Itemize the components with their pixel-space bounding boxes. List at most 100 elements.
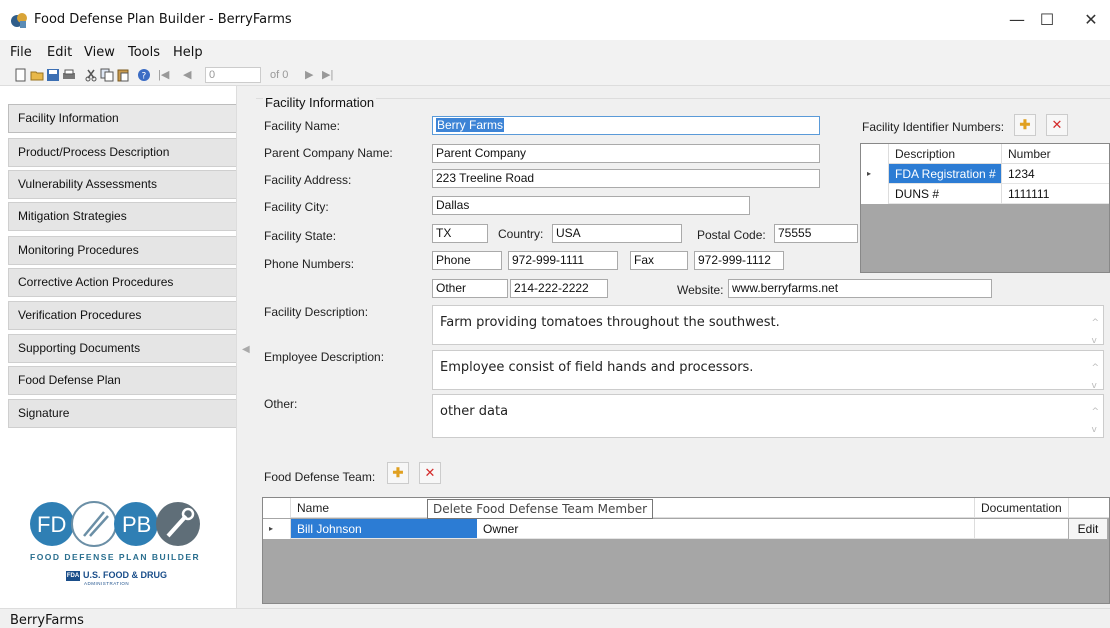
- fda-name: U.S. FOOD & DRUG: [83, 570, 168, 580]
- help-icon[interactable]: ?: [137, 68, 151, 82]
- fax-number-field[interactable]: 972-999-1112: [694, 251, 784, 270]
- edit-team-member-button[interactable]: Edit: [1068, 518, 1108, 540]
- sidebar-item-verification[interactable]: Verification Procedures: [8, 301, 250, 330]
- team-row-marker[interactable]: ▸: [263, 519, 291, 539]
- delete-team-member-button[interactable]: ✕: [419, 462, 441, 484]
- logo-tagline: FOOD DEFENSE PLAN BUILDER: [30, 552, 201, 562]
- copy-icon[interactable]: [100, 68, 114, 82]
- last-page-icon[interactable]: ▶|: [322, 68, 333, 81]
- facility-address-label: Facility Address:: [264, 173, 352, 187]
- identifier-row-header[interactable]: [861, 184, 889, 204]
- svg-text:?: ?: [142, 72, 147, 82]
- parent-company-field[interactable]: Parent Company: [432, 144, 820, 163]
- facility-description-label: Facility Description:: [264, 305, 369, 319]
- team-corner-cell: [263, 498, 291, 518]
- identifier-cell-description[interactable]: FDA Registration #: [889, 164, 1001, 184]
- save-icon[interactable]: [46, 68, 60, 82]
- open-folder-icon[interactable]: [30, 68, 44, 82]
- cut-icon[interactable]: [84, 68, 98, 82]
- toolbar: ? |◀ ◀ 0 of 0 ▶ ▶|: [0, 64, 1110, 86]
- status-text: BerryFarms: [10, 613, 84, 628]
- website-field[interactable]: www.berryfarms.net: [728, 279, 992, 298]
- sidebar-collapse-handle[interactable]: ◀: [236, 86, 256, 608]
- other-label: Other:: [264, 397, 298, 411]
- print-icon[interactable]: [62, 68, 76, 82]
- other-textarea[interactable]: other data ^ v: [432, 394, 1104, 438]
- team-column-documentation[interactable]: Documentation: [974, 498, 1068, 518]
- team-cell-role[interactable]: Owner: [477, 519, 974, 539]
- facility-state-field[interactable]: TX: [432, 224, 488, 243]
- facility-city-field[interactable]: Dallas: [432, 196, 750, 215]
- identifier-numbers-label: Facility Identifier Numbers:: [862, 120, 1005, 134]
- facility-name-label: Facility Name:: [264, 119, 341, 133]
- menu-tools[interactable]: Tools: [128, 45, 160, 60]
- team-cell-documentation[interactable]: [974, 519, 1068, 539]
- postal-code-field[interactable]: 75555: [774, 224, 858, 243]
- identifier-cell-description[interactable]: DUNS #: [889, 184, 1001, 204]
- employee-description-value: Employee consist of field hands and proc…: [440, 360, 754, 375]
- employee-description-scrollbar[interactable]: ^ v: [1091, 359, 1099, 395]
- sidebar-item-supporting-documents[interactable]: Supporting Documents: [8, 334, 250, 363]
- paste-icon[interactable]: [116, 68, 130, 82]
- identifier-column-description[interactable]: Description: [889, 144, 1001, 164]
- menu-edit[interactable]: Edit: [47, 45, 72, 60]
- page-count-label: of 0: [270, 69, 289, 81]
- facility-description-value: Farm providing tomatoes throughout the s…: [440, 315, 780, 330]
- other-number-field[interactable]: 214-222-2222: [510, 279, 608, 298]
- facility-city-label: Facility City:: [264, 200, 329, 214]
- sidebar-item-mitigation[interactable]: Mitigation Strategies: [8, 202, 250, 231]
- employee-description-label: Employee Description:: [264, 350, 385, 364]
- add-identifier-button[interactable]: ✚: [1014, 114, 1036, 136]
- facility-description-textarea[interactable]: Farm providing tomatoes throughout the s…: [432, 305, 1104, 346]
- phone-type-field[interactable]: Phone: [432, 251, 502, 270]
- svg-text:FD: FD: [37, 512, 66, 537]
- facility-name-field[interactable]: Berry Farms: [432, 116, 820, 135]
- menu-file[interactable]: File: [10, 45, 32, 60]
- identifier-row-marker[interactable]: ▸: [861, 164, 889, 184]
- country-field[interactable]: USA: [552, 224, 682, 243]
- website-label: Website:: [677, 283, 724, 297]
- sidebar-item-monitoring[interactable]: Monitoring Procedures: [8, 236, 250, 265]
- parent-company-label: Parent Company Name:: [264, 146, 393, 160]
- other-scrollbar[interactable]: ^ v: [1091, 403, 1099, 439]
- title-bar: Food Defense Plan Builder - BerryFarms —…: [0, 0, 1110, 40]
- status-bar: BerryFarms: [0, 608, 1110, 628]
- facility-address-field[interactable]: 223 Treeline Road: [432, 169, 820, 188]
- identifier-corner-cell: [861, 144, 889, 164]
- first-page-icon[interactable]: |◀: [158, 68, 169, 81]
- maximize-button[interactable]: ☐: [1024, 6, 1070, 34]
- phone-number-field[interactable]: 972-999-1111: [508, 251, 618, 270]
- team-cell-name[interactable]: Bill Johnson: [291, 519, 477, 539]
- sidebar-item-vulnerability[interactable]: Vulnerability Assessments: [8, 170, 250, 199]
- menu-help[interactable]: Help: [173, 45, 203, 60]
- fda-subtitle: ADMINISTRATION: [84, 581, 130, 586]
- close-button[interactable]: ✕: [1068, 6, 1110, 34]
- delete-identifier-button[interactable]: ✕: [1046, 114, 1068, 136]
- window-title: Food Defense Plan Builder - BerryFarms: [34, 12, 292, 27]
- employee-description-textarea[interactable]: Employee consist of field hands and proc…: [432, 350, 1104, 391]
- menu-view[interactable]: View: [84, 45, 115, 60]
- phone-numbers-label: Phone Numbers:: [264, 257, 355, 271]
- page-number-input[interactable]: 0: [205, 67, 261, 83]
- sidebar-item-food-defense-plan[interactable]: Food Defense Plan: [8, 366, 250, 395]
- fda-badge: FDA: [66, 571, 80, 581]
- sidebar-item-facility-information[interactable]: Facility Information: [8, 104, 250, 133]
- fax-type-field[interactable]: Fax: [630, 251, 688, 270]
- facility-description-scrollbar[interactable]: ^ v: [1091, 314, 1099, 350]
- other-value: other data: [440, 404, 509, 419]
- add-team-member-button[interactable]: ✚: [387, 462, 409, 484]
- identifier-column-number[interactable]: Number: [1001, 144, 1109, 164]
- previous-page-icon[interactable]: ◀: [183, 68, 191, 81]
- facility-section-title: Facility Information: [263, 95, 377, 110]
- facility-state-label: Facility State:: [264, 229, 337, 243]
- sidebar-item-product-process[interactable]: Product/Process Description: [8, 138, 250, 167]
- identifier-cell-number[interactable]: 1234: [1001, 164, 1109, 184]
- sidebar-item-signature[interactable]: Signature: [8, 399, 250, 428]
- sidebar-item-corrective-action[interactable]: Corrective Action Procedures: [8, 268, 250, 297]
- app-icon: [11, 13, 27, 28]
- new-file-icon[interactable]: [14, 68, 28, 82]
- next-page-icon[interactable]: ▶: [305, 68, 313, 81]
- menu-bar: File Edit View Tools Help: [0, 40, 1110, 64]
- identifier-cell-number[interactable]: 1111111: [1001, 184, 1109, 204]
- other-type-field[interactable]: Other: [432, 279, 508, 298]
